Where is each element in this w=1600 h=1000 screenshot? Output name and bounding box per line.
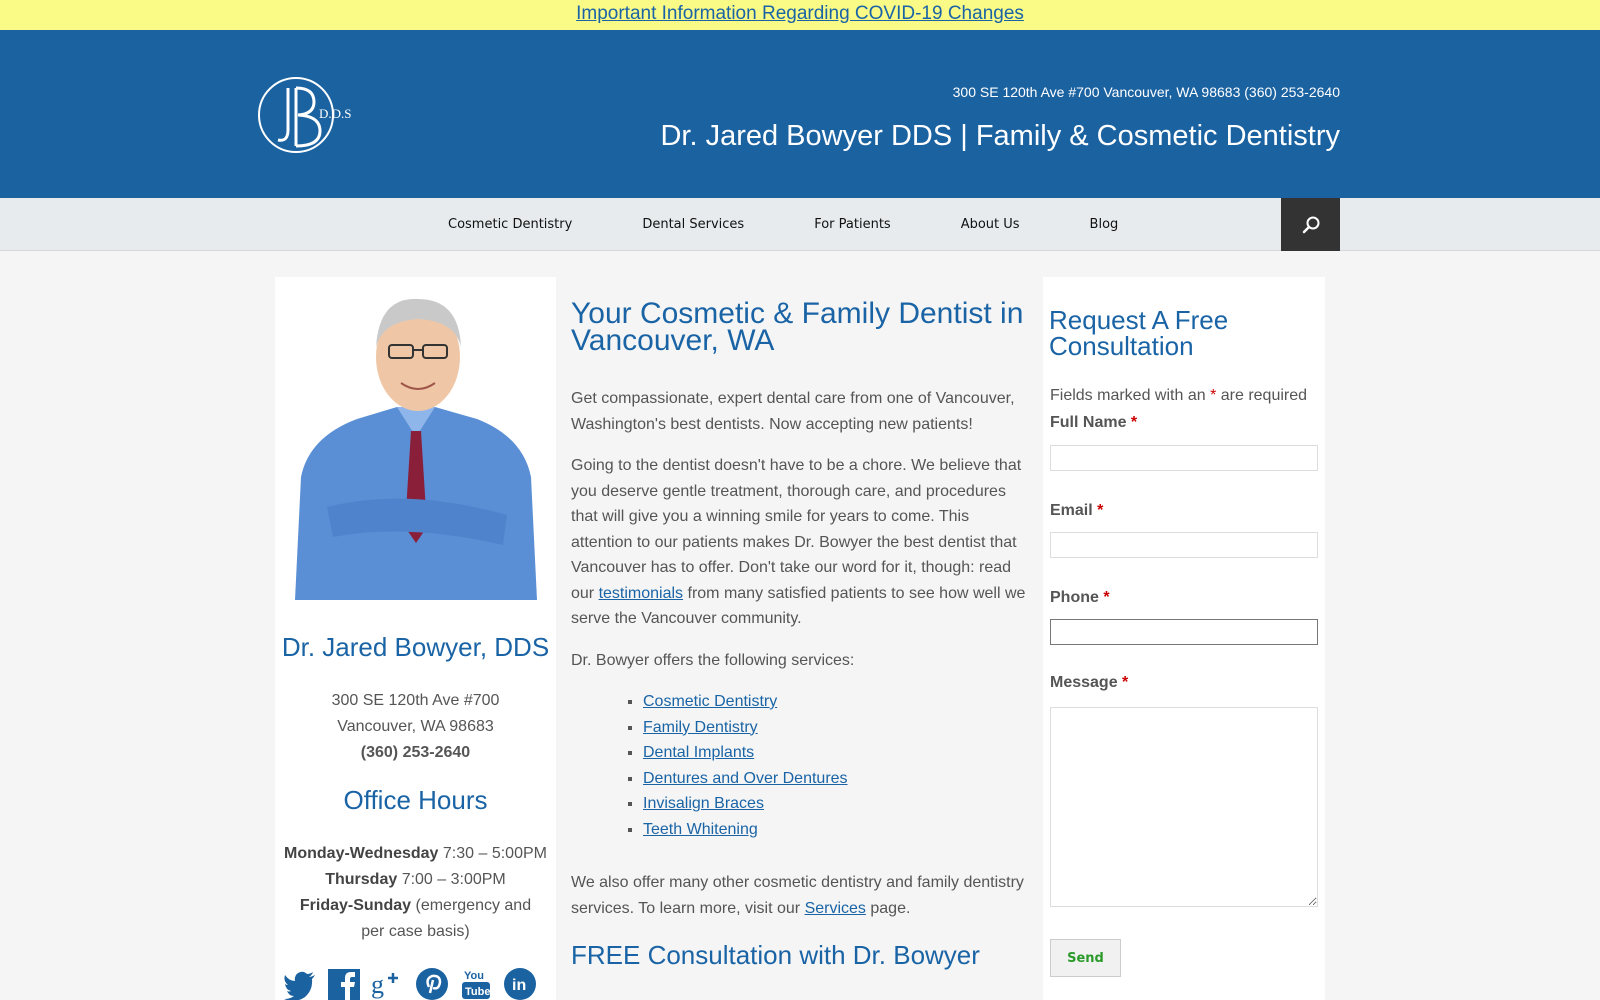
- covid-info-link[interactable]: Important Information Regarding COVID-19…: [576, 3, 1024, 24]
- hours-day: Friday-Sunday: [299, 897, 412, 914]
- message-textarea[interactable]: [1050, 707, 1318, 907]
- facebook-icon[interactable]: [327, 967, 361, 1000]
- page-title: Your Cosmetic & Family Dentist in Vancou…: [571, 297, 1024, 357]
- hours-time: 7:00 – 3:00PM: [401, 871, 506, 888]
- service-link-dental-implants[interactable]: Dental Implants: [643, 744, 754, 761]
- site-title[interactable]: Dr. Jared Bowyer DDS | Family & Cosmetic…: [660, 120, 1340, 153]
- service-link-invisalign[interactable]: Invisalign Braces: [643, 795, 764, 812]
- doctor-name: Dr. Jared Bowyer, DDS: [281, 632, 550, 662]
- main-content: Your Cosmetic & Family Dentist in Vancou…: [571, 297, 1031, 970]
- doctor-sidebar: Dr. Jared Bowyer, DDS 300 SE 120th Ave #…: [275, 277, 556, 1000]
- search-icon: [1302, 216, 1319, 233]
- hours-day: Monday-Wednesday: [284, 845, 439, 862]
- hours-row: Friday-Sunday (emergency and per case ba…: [275, 893, 556, 945]
- sidebar-address-line2: Vancouver, WA 98683: [337, 718, 494, 735]
- linkedin-icon[interactable]: in: [503, 967, 537, 1000]
- pinterest-icon[interactable]: [415, 967, 449, 1000]
- twitter-icon[interactable]: [283, 967, 317, 1000]
- services-list: Cosmetic Dentistry Family Dentistry Dent…: [643, 689, 1031, 842]
- testimonials-link[interactable]: testimonials: [599, 585, 683, 602]
- sidebar-phone[interactable]: (360) 253-2640: [275, 740, 556, 766]
- form-title: Request A Free Consultation: [1049, 305, 1229, 361]
- svg-text:Tube: Tube: [465, 986, 490, 998]
- outro-paragraph: We also offer many other cosmetic dentis…: [571, 874, 1024, 917]
- svg-text:in: in: [512, 977, 526, 994]
- about-paragraph: Going to the dentist doesn't have to be …: [571, 457, 1026, 627]
- service-link-teeth-whitening[interactable]: Teeth Whitening: [643, 821, 758, 838]
- email-input[interactable]: [1050, 532, 1318, 558]
- hours-time: 7:30 – 5:00PM: [442, 845, 547, 862]
- list-item: Cosmetic Dentistry: [643, 689, 1031, 715]
- covid-banner: Important Information Regarding COVID-19…: [0, 0, 1600, 30]
- services-intro: Dr. Bowyer offers the following services…: [571, 651, 855, 669]
- hours-day: Thursday: [325, 871, 398, 888]
- required-note: Fields marked with an * are required: [1050, 387, 1308, 404]
- send-button[interactable]: Send: [1050, 939, 1121, 977]
- social-links: g You Tube in: [283, 967, 553, 1000]
- site-header: D.D.S 300 SE 120th Ave #700 Vancouver, W…: [0, 30, 1600, 198]
- nav-item-blog[interactable]: Blog: [1090, 198, 1119, 251]
- full-name-label: Full Name *: [1050, 414, 1138, 431]
- service-link-dentures[interactable]: Dentures and Over Dentures: [643, 770, 848, 787]
- list-item: Teeth Whitening: [643, 817, 1031, 843]
- svg-text:D.D.S: D.D.S: [319, 106, 352, 121]
- nav-item-about-us[interactable]: About Us: [961, 198, 1020, 251]
- phone-input[interactable]: [1050, 619, 1318, 645]
- google-plus-icon[interactable]: g: [371, 967, 405, 1000]
- svg-text:g: g: [371, 970, 384, 999]
- phone-label: Phone *: [1050, 589, 1110, 606]
- nav-item-for-patients[interactable]: For Patients: [814, 198, 890, 251]
- main-nav: Cosmetic Dentistry Dental Services For P…: [0, 198, 1600, 251]
- search-button[interactable]: [1281, 198, 1340, 251]
- intro-paragraph: Get compassionate, expert dental care fr…: [571, 390, 1015, 433]
- office-hours-list: Monday-Wednesday 7:30 – 5:00PM Thursday …: [275, 841, 556, 945]
- service-link-family-dentistry[interactable]: Family Dentistry: [643, 719, 758, 736]
- services-page-link[interactable]: Services: [805, 900, 866, 917]
- office-hours-title: Office Hours: [343, 785, 488, 815]
- full-name-input[interactable]: [1050, 445, 1318, 471]
- email-label: Email *: [1050, 502, 1104, 519]
- list-item: Dentures and Over Dentures: [643, 766, 1031, 792]
- svg-text:You: You: [464, 970, 484, 982]
- doctor-photo: [287, 287, 545, 600]
- service-link-cosmetic-dentistry[interactable]: Cosmetic Dentistry: [643, 693, 777, 710]
- list-item: Dental Implants: [643, 740, 1031, 766]
- list-item: Invisalign Braces: [643, 791, 1031, 817]
- consultation-form: Request A Free Consultation Fields marke…: [1043, 277, 1325, 1000]
- header-address-phone: 300 SE 120th Ave #700 Vancouver, WA 9868…: [952, 84, 1340, 100]
- consultation-heading: FREE Consultation with Dr. Bowyer: [571, 940, 980, 970]
- hours-row: Thursday 7:00 – 3:00PM: [275, 867, 556, 893]
- nav-item-cosmetic-dentistry[interactable]: Cosmetic Dentistry: [448, 198, 572, 251]
- list-item: Family Dentistry: [643, 715, 1031, 741]
- hours-row: Monday-Wednesday 7:30 – 5:00PM: [275, 841, 556, 867]
- nav-item-dental-services[interactable]: Dental Services: [642, 198, 744, 251]
- jb-dds-logo[interactable]: D.D.S: [258, 74, 358, 156]
- sidebar-address: 300 SE 120th Ave #700 Vancouver, WA 9868…: [275, 688, 556, 766]
- youtube-icon[interactable]: You Tube: [459, 967, 493, 1000]
- sidebar-address-line1: 300 SE 120th Ave #700: [331, 692, 500, 709]
- message-label: Message *: [1050, 674, 1129, 691]
